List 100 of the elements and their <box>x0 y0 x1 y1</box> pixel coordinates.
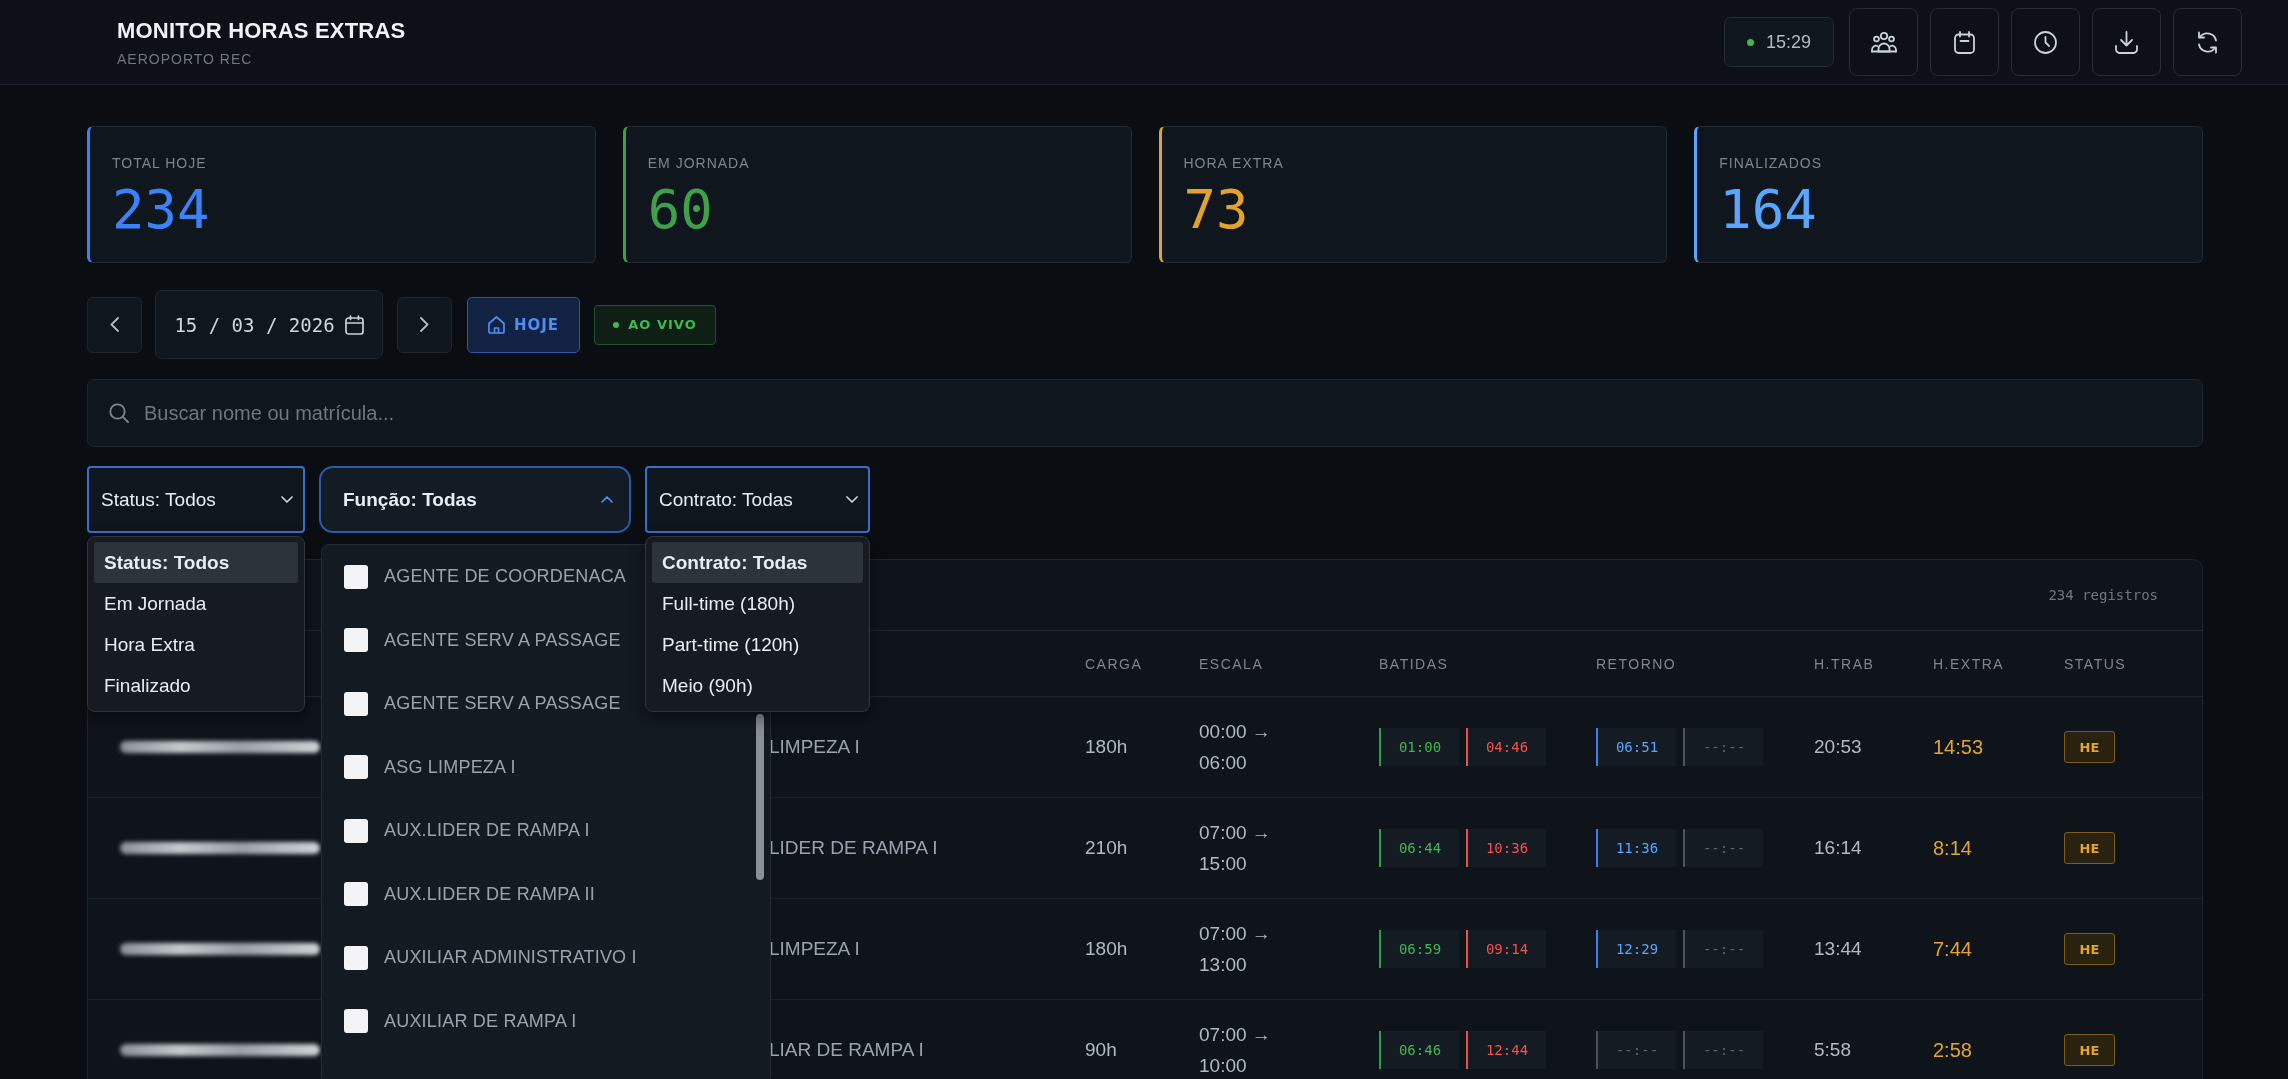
filter-dropdown[interactable]: Status: Todos <box>87 466 305 533</box>
checkbox-option[interactable]: AUXILIAR DE RAMPA I <box>344 989 577 1053</box>
worked-hours: 5:58 <box>1814 1039 1851 1061</box>
clock-icon <box>2034 30 2057 54</box>
search-field[interactable]: Buscar nome ou matrícula... <box>87 379 2203 447</box>
status-badge: HE <box>2064 731 2115 763</box>
stat-value: 60 <box>647 183 714 237</box>
workload-cell: 180h <box>1085 938 1128 960</box>
menu-option[interactable]: Em Jornada <box>94 583 298 624</box>
scrollbar-thumb[interactable] <box>756 714 764 880</box>
column-header: BATIDAS <box>1379 655 1450 672</box>
menu-option[interactable]: Part-time (120h) <box>652 624 863 665</box>
overtime-hours: 14:53 <box>1933 735 1984 759</box>
stat-label: HORA EXTRA <box>1183 155 1285 171</box>
checkbox-option[interactable]: AGENTE DE COORDENACA <box>344 545 627 609</box>
punch-time: 01:00 <box>1379 728 1459 766</box>
workload-cell: 180h <box>1085 736 1128 758</box>
checkbox-option[interactable]: ASG LIMPEZA I <box>344 735 516 799</box>
group-icon <box>1870 31 1897 53</box>
schedule-cell-text: 07:00 → 10:00 <box>1199 1023 1272 1078</box>
menu-option[interactable]: Full-time (180h) <box>652 583 863 624</box>
stat-value: 73 <box>1183 183 1250 237</box>
stat-label: FINALIZADOS <box>1719 155 1824 171</box>
role-cell: LIMPEZA I <box>769 736 860 758</box>
download-button[interactable] <box>2092 8 2161 76</box>
house-icon <box>487 315 505 334</box>
stat-value: 164 <box>1719 183 1818 237</box>
stat-label: TOTAL HOJE <box>112 155 208 171</box>
checkbox-option[interactable]: AGENTE SERV A PASSAGE <box>344 608 621 672</box>
column-header: RETORNO <box>1596 655 1678 672</box>
checkbox-option[interactable]: AUX.LIDER DE RAMPA I <box>344 799 590 863</box>
overtime-hours: 7:44 <box>1933 937 1972 961</box>
filter-dropdown[interactable]: Contrato: Todas <box>645 466 870 533</box>
calendar-button[interactable] <box>1930 8 1999 76</box>
chevron-down-icon <box>281 496 293 503</box>
chevron-right-icon <box>420 317 429 332</box>
checkbox-option[interactable]: AUXILIAR ADMINISTRATIVO I <box>344 926 637 990</box>
team-button[interactable] <box>1849 8 1918 76</box>
schedule-cell-text: 00:00 → 06:00 <box>1199 720 1272 775</box>
return-time: 06:51 <box>1596 728 1676 766</box>
column-header: STATUS <box>2064 655 2128 672</box>
checkbox[interactable] <box>344 691 368 716</box>
punch-time: 10:36 <box>1466 829 1546 867</box>
checkbox-option[interactable]: AUX.LIDER DE RAMPA II <box>344 862 595 926</box>
record-count: 234 registros <box>2048 587 2158 603</box>
checkbox[interactable] <box>344 945 368 970</box>
chevron-up-icon <box>601 496 613 503</box>
checkbox[interactable] <box>344 882 368 907</box>
chevron-left-icon <box>110 317 119 332</box>
app-title: MONITOR HORAS EXTRAS <box>117 17 406 44</box>
column-header: ESCALA <box>1199 655 1265 672</box>
live-label: AO VIVO <box>628 317 697 332</box>
column-header: H.EXTRA <box>1933 655 2006 672</box>
checkbox[interactable] <box>344 628 368 653</box>
menu-option[interactable]: Contrato: Todas <box>652 542 863 583</box>
status-dot-icon <box>1746 38 1754 46</box>
return-time: 12:29 <box>1596 930 1676 968</box>
workload-cell: 90h <box>1085 1039 1117 1061</box>
chevron-down-icon <box>846 496 858 503</box>
refresh-button[interactable] <box>2173 8 2242 76</box>
calendar-icon <box>344 314 364 335</box>
status-badge: HE <box>2064 933 2115 965</box>
status-badge: HE <box>2064 1034 2115 1066</box>
date-field[interactable]: 15 / 03 / 2026 <box>155 290 383 359</box>
column-header: CARGA <box>1085 655 1144 672</box>
punch-time: 09:14 <box>1466 930 1546 968</box>
checkbox[interactable] <box>344 564 368 589</box>
menu-option[interactable]: Status: Todos <box>94 542 298 583</box>
menu-option[interactable]: Finalizado <box>94 665 298 706</box>
punch-time: 06:44 <box>1379 829 1459 867</box>
menu-option[interactable]: Hora Extra <box>94 624 298 665</box>
punch-time: 12:44 <box>1466 1031 1546 1069</box>
punch-time: 06:46 <box>1379 1031 1459 1069</box>
checkbox-option[interactable]: AGENTE SERV A PASSAGE <box>344 672 621 736</box>
download-icon <box>2115 30 2138 54</box>
search-icon <box>109 403 129 423</box>
role-cell: LIMPEZA I <box>769 938 860 960</box>
live-dot-icon <box>613 321 620 328</box>
stat-label: EM JORNADA <box>647 155 751 171</box>
return-time: --:-- <box>1683 728 1763 766</box>
filter-dropdown[interactable]: Função: Todas <box>319 466 631 533</box>
refresh-icon <box>2196 30 2219 54</box>
return-time: 11:36 <box>1596 829 1676 867</box>
menu-option[interactable]: Meio (90h) <box>652 665 863 706</box>
checkbox[interactable] <box>344 818 368 843</box>
clock-button[interactable] <box>2011 8 2080 76</box>
checkbox[interactable] <box>344 755 368 780</box>
app-subtitle: AEROPORTO REC <box>117 50 254 67</box>
column-header: H.TRAB <box>1814 655 1876 672</box>
schedule-cell-text: 07:00 → 15:00 <box>1199 821 1272 876</box>
punch-time: 04:46 <box>1466 728 1546 766</box>
today-button[interactable]: HOJE <box>467 296 580 353</box>
status-badge: HE <box>2064 832 2115 864</box>
checkbox[interactable] <box>344 1009 368 1034</box>
role-cell: LIDER DE RAMPA I <box>769 837 938 859</box>
clock-time: 15:29 <box>1765 31 1811 53</box>
return-time: --:-- <box>1683 1031 1763 1069</box>
workload-cell: 210h <box>1085 837 1128 859</box>
return-time: --:-- <box>1683 829 1763 867</box>
return-time: --:-- <box>1596 1031 1676 1069</box>
